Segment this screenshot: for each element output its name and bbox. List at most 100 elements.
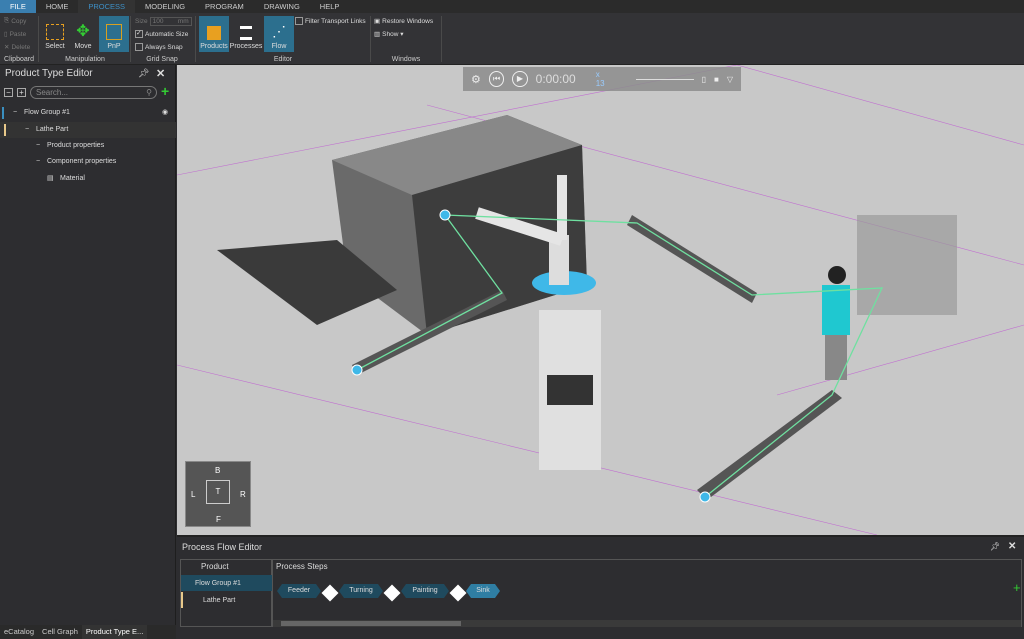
always-snap-label: Always Snap bbox=[145, 43, 183, 51]
panel-icon: ▥ bbox=[374, 31, 381, 38]
automatic-size-checkbox[interactable]: ✓ Automatic Size bbox=[135, 30, 188, 38]
close-icon[interactable]: ✕ bbox=[1008, 541, 1016, 552]
vr-icon[interactable]: ▽ bbox=[727, 75, 733, 84]
product-row-flow-group[interactable]: Flow Group #1 bbox=[181, 575, 272, 591]
windows-group-label: Windows bbox=[391, 56, 421, 63]
close-icon[interactable]: ✕ bbox=[156, 67, 165, 80]
workbench bbox=[857, 215, 957, 315]
operator bbox=[822, 266, 850, 380]
move-button[interactable]: ✥ Move bbox=[68, 16, 98, 52]
tab-program[interactable]: PROGRAM bbox=[195, 0, 254, 13]
move-label: Move bbox=[74, 43, 92, 50]
eye-icon[interactable]: ◉ bbox=[162, 105, 168, 121]
3d-viewport[interactable]: ⚙ ⏮ ▶ 0:00:00 x 13 ▯ ■ ▽ B L T R F bbox=[177, 65, 1024, 535]
sim-speed: x 13 bbox=[595, 70, 605, 88]
search-input[interactable]: Search... ⚲ bbox=[30, 86, 157, 99]
color-marker bbox=[4, 124, 6, 136]
products-icon bbox=[207, 26, 221, 40]
grid-snap-group-label: Grid Snap bbox=[146, 56, 178, 63]
checkbox-box bbox=[295, 17, 303, 25]
flow-node bbox=[699, 491, 711, 503]
tab-home[interactable]: HOME bbox=[36, 0, 79, 13]
reset-button[interactable]: ⏮ bbox=[488, 71, 505, 87]
size-value: 100 bbox=[152, 18, 164, 25]
navigation-cube[interactable]: B L T R F bbox=[185, 461, 251, 527]
paste-button[interactable]: ▯ Paste bbox=[4, 30, 26, 39]
tab-cell-graph[interactable]: Cell Graph bbox=[38, 625, 82, 639]
filter-transport-links-checkbox[interactable]: Filter Transport Links bbox=[295, 17, 366, 25]
step-painting[interactable]: Painting bbox=[401, 584, 449, 598]
flow-label: Flow bbox=[271, 43, 287, 50]
tree-label: Product properties bbox=[47, 142, 105, 149]
tab-help[interactable]: HELP bbox=[310, 0, 350, 13]
step-sink[interactable]: Sink bbox=[466, 584, 500, 598]
collapse-all-button[interactable]: − bbox=[4, 88, 13, 97]
nav-back[interactable]: B bbox=[215, 466, 220, 475]
nav-right[interactable]: R bbox=[240, 490, 246, 499]
window-icon: ▣ bbox=[374, 18, 381, 25]
horizontal-scrollbar[interactable] bbox=[273, 620, 1021, 627]
tree-item-flow-group[interactable]: − Flow Group #1 ◉ bbox=[0, 105, 176, 121]
camera-icon[interactable]: ■ bbox=[714, 75, 719, 84]
pnp-button[interactable]: PnP bbox=[99, 16, 129, 52]
copy-button[interactable]: ⎘ Copy bbox=[4, 17, 26, 25]
processes-label: Processes bbox=[229, 43, 263, 50]
pdf-icon[interactable]: ▯ bbox=[702, 75, 706, 84]
nav-left[interactable]: L bbox=[191, 490, 195, 499]
products-label: Products bbox=[200, 43, 228, 50]
tab-modeling[interactable]: MODELING bbox=[135, 0, 195, 13]
gear-icon[interactable]: ⚙ bbox=[471, 73, 481, 86]
products-button[interactable]: Products bbox=[199, 16, 229, 52]
delete-button[interactable]: ✕ Delete bbox=[4, 43, 30, 52]
sim-time: 0:00:00 bbox=[535, 72, 576, 86]
restore-windows-button[interactable]: ▣ Restore Windows bbox=[374, 17, 434, 26]
tab-drawing[interactable]: DRAWING bbox=[254, 0, 310, 13]
move-icon: ✥ bbox=[76, 23, 90, 40]
tree-item-product-properties[interactable]: − Product properties bbox=[0, 138, 176, 154]
editor-group-label: Editor bbox=[273, 56, 293, 63]
tree-label: Flow Group #1 bbox=[24, 109, 70, 116]
restore-windows-label: Restore Windows bbox=[382, 17, 434, 25]
expand-all-button[interactable]: + bbox=[17, 88, 26, 97]
add-step-icon[interactable]: + bbox=[1013, 580, 1021, 595]
processes-button[interactable]: Processes bbox=[229, 16, 263, 52]
product-row-lathe-part[interactable]: Lathe Part bbox=[181, 592, 272, 608]
paint-booth bbox=[539, 310, 601, 470]
select-button[interactable]: Select bbox=[40, 16, 70, 52]
filter-transport-links-label: Filter Transport Links bbox=[305, 17, 366, 25]
tab-file[interactable]: FILE bbox=[0, 0, 36, 13]
pin-icon[interactable]: 📌︎ bbox=[990, 542, 1000, 551]
copy-label: Copy bbox=[11, 17, 27, 25]
size-unit: mm bbox=[177, 18, 189, 25]
flow-button[interactable]: ⋰ Flow bbox=[264, 16, 294, 52]
size-label: Size bbox=[135, 18, 148, 25]
tab-product-type-editor[interactable]: Product Type E... bbox=[81, 625, 148, 639]
product-label: Flow Group #1 bbox=[195, 580, 241, 587]
delete-icon: ✕ bbox=[4, 44, 10, 51]
select-icon bbox=[46, 24, 64, 40]
nav-top[interactable]: T bbox=[206, 480, 230, 504]
speed-slider[interactable] bbox=[636, 78, 694, 80]
play-button[interactable]: ▶ bbox=[512, 71, 528, 87]
simulation-toolbar: ⚙ ⏮ ▶ 0:00:00 x 13 ▯ ■ ▽ bbox=[463, 67, 741, 91]
tree-item-lathe-part[interactable]: − Lathe Part bbox=[0, 122, 176, 138]
tree-item-component-properties[interactable]: − Component properties bbox=[0, 154, 176, 170]
add-icon[interactable]: + bbox=[161, 83, 169, 99]
collapse-icon: − bbox=[25, 126, 30, 133]
product-label: Lathe Part bbox=[203, 597, 236, 604]
step-feeder[interactable]: Feeder bbox=[277, 584, 321, 598]
size-field[interactable]: Size 100 mm bbox=[135, 17, 192, 26]
always-snap-checkbox[interactable]: Always Snap bbox=[135, 43, 183, 51]
manipulation-group-label: Manipulation bbox=[65, 56, 105, 63]
tree-item-material[interactable]: ▤ Material bbox=[0, 171, 176, 187]
checkmark-icon: ✓ bbox=[135, 30, 143, 38]
product-header: Product bbox=[201, 562, 229, 571]
tab-process[interactable]: PROCESS bbox=[78, 0, 136, 13]
process-flow-editor: Process Flow Editor 📌︎ ✕ Product Flow Gr… bbox=[177, 535, 1024, 639]
nav-front[interactable]: F bbox=[216, 515, 221, 524]
show-dropdown[interactable]: ▥ Show ▾ bbox=[374, 30, 403, 38]
automatic-size-label: Automatic Size bbox=[145, 30, 189, 38]
tab-ecatalog[interactable]: eCatalog bbox=[0, 625, 38, 639]
pin-icon[interactable]: 📌︎ bbox=[138, 68, 149, 79]
step-turning[interactable]: Turning bbox=[339, 584, 383, 598]
